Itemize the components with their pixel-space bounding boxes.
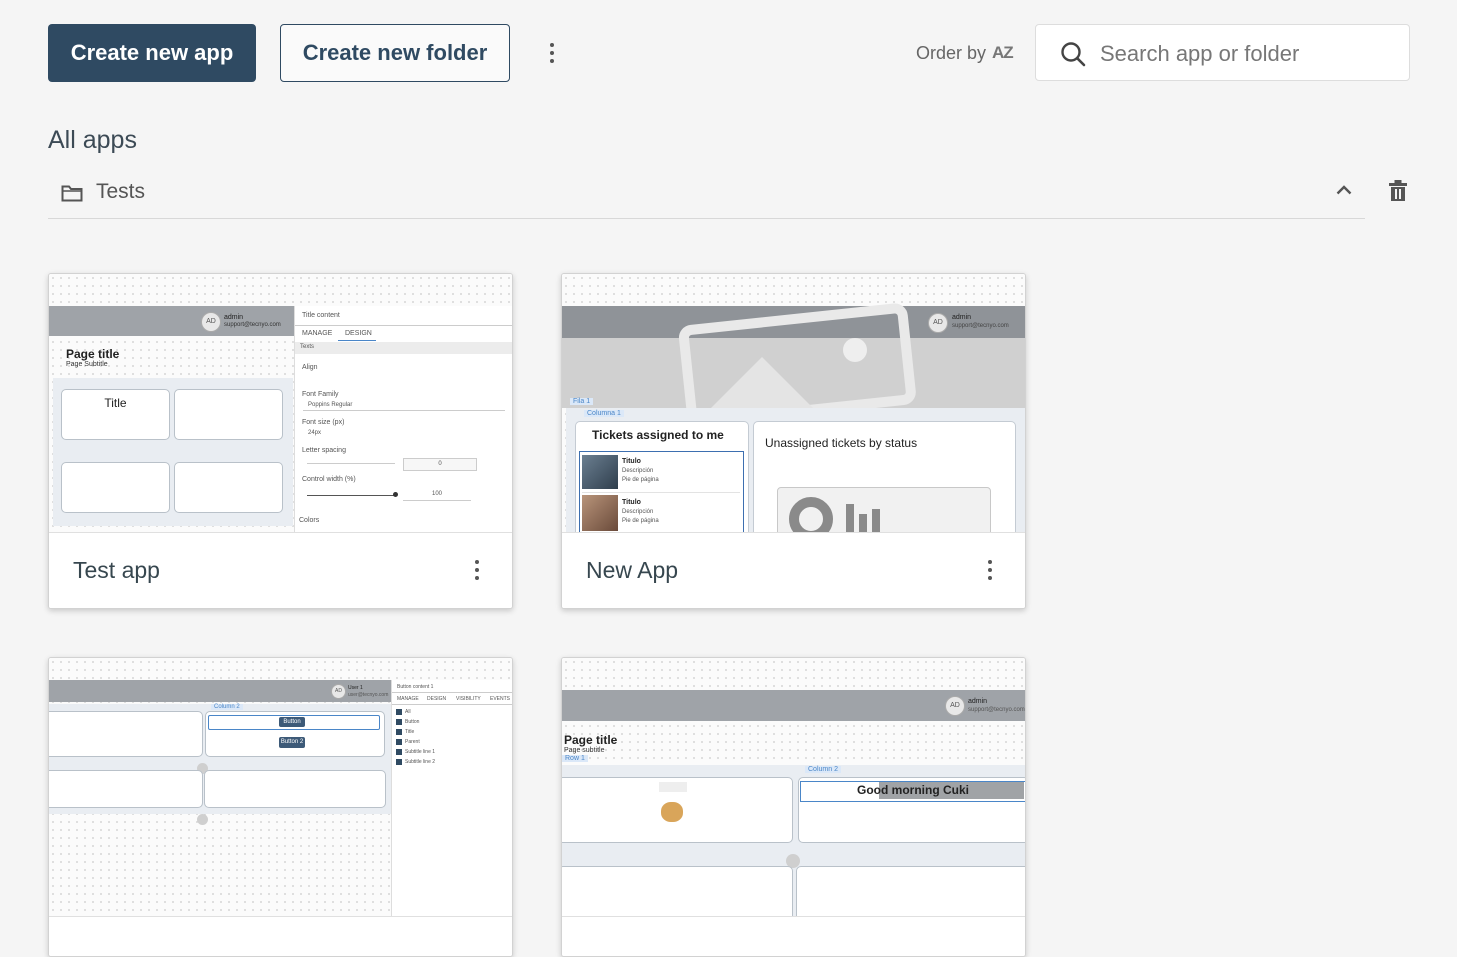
chevron-up-icon[interactable] xyxy=(1335,183,1353,197)
avatar: AD xyxy=(928,313,948,333)
page-title: Page title xyxy=(66,347,120,361)
search-icon xyxy=(1061,42,1086,67)
section-title: All apps xyxy=(48,126,137,154)
app-card[interactable]: AD User 1 user@tecnyo.com Column 2 Butto… xyxy=(48,657,513,957)
app-preview[interactable]: AD admin support@tecnyo.com Page title P… xyxy=(49,274,512,532)
folder-row-tests[interactable]: Tests xyxy=(48,172,1365,219)
avatar: AD xyxy=(201,312,221,332)
app-preview[interactable]: AD admin support@tecnyo.com Page title P… xyxy=(562,658,1025,916)
avatar: AD xyxy=(331,684,346,699)
avatar: AD xyxy=(945,696,965,716)
order-by-toggle[interactable]: Order by AZ xyxy=(916,40,1014,66)
order-by-label: Order by xyxy=(916,42,987,63)
search-box[interactable] xyxy=(1035,24,1410,81)
more-vertical-icon[interactable] xyxy=(466,557,488,583)
search-input[interactable] xyxy=(1098,37,1392,71)
create-new-folder-button[interactable]: Create new folder xyxy=(280,24,510,82)
app-name: Test app xyxy=(73,557,160,583)
folder-name: Tests xyxy=(96,180,146,203)
more-vertical-icon[interactable] xyxy=(540,40,564,66)
app-name: New App xyxy=(586,557,679,583)
app-card-new-app[interactable]: AD admin support@tecnyo.com Fila 1 Colum… xyxy=(561,273,1026,609)
image-placeholder-icon xyxy=(678,303,916,412)
app-card-test-app[interactable]: AD admin support@tecnyo.com Page title P… xyxy=(48,273,513,609)
create-new-app-button[interactable]: Create new app xyxy=(48,24,256,82)
app-preview[interactable]: AD User 1 user@tecnyo.com Column 2 Butto… xyxy=(49,658,512,916)
folder-icon xyxy=(61,185,83,202)
page-title: Page title xyxy=(564,733,618,747)
app-preview[interactable]: AD admin support@tecnyo.com Fila 1 Colum… xyxy=(562,274,1025,532)
sort-az-icon: AZ xyxy=(992,43,1014,62)
app-card[interactable]: AD admin support@tecnyo.com Page title P… xyxy=(561,657,1026,957)
more-vertical-icon[interactable] xyxy=(979,557,1001,583)
trash-icon[interactable] xyxy=(1388,179,1408,203)
